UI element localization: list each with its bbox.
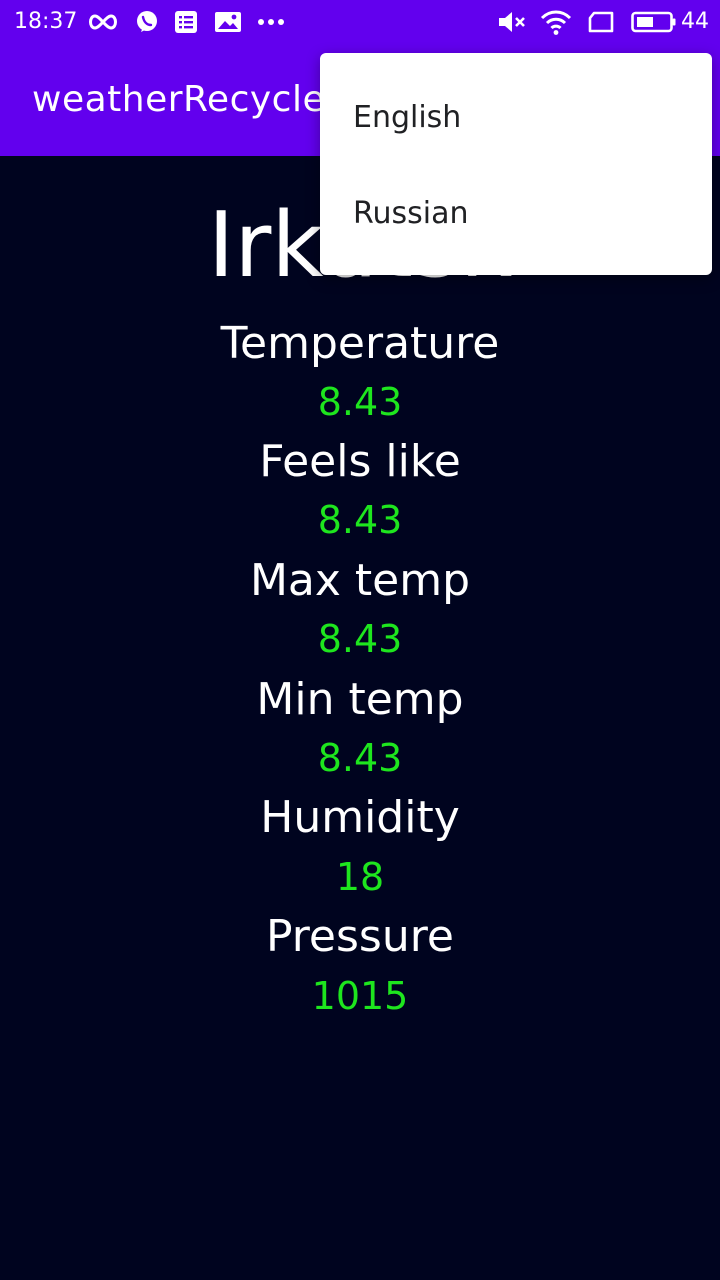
status-time: 18:37 bbox=[14, 9, 78, 34]
weather-content: Irkutsk Temperature 8.43 Feels like 8.43… bbox=[0, 156, 720, 1280]
pressure-value: 1015 bbox=[311, 974, 409, 1018]
max-temp-value: 8.43 bbox=[317, 617, 403, 661]
max-temp-label: Max temp bbox=[249, 555, 471, 606]
humidity-value: 18 bbox=[335, 855, 385, 899]
wifi-icon bbox=[540, 9, 572, 35]
language-menu: English Russian bbox=[320, 53, 712, 275]
list-icon bbox=[173, 9, 199, 35]
screen-icon bbox=[586, 9, 616, 35]
feels-like-value: 8.43 bbox=[317, 498, 403, 542]
more-dots-icon bbox=[256, 9, 286, 35]
status-bar: 18:37 44 bbox=[0, 0, 720, 44]
temperature-label: Temperature bbox=[220, 318, 500, 369]
battery-icon bbox=[630, 9, 678, 35]
humidity-label: Humidity bbox=[260, 792, 460, 843]
menu-item-russian[interactable]: Russian bbox=[320, 165, 712, 261]
pressure-label: Pressure bbox=[266, 911, 454, 962]
temperature-value: 8.43 bbox=[317, 380, 403, 424]
min-temp-label: Min temp bbox=[256, 674, 464, 725]
gallery-icon bbox=[213, 9, 243, 35]
mute-icon bbox=[497, 9, 527, 35]
battery-level: 44 bbox=[681, 9, 709, 34]
menu-item-russian-label: Russian bbox=[353, 195, 469, 231]
menu-item-english-label: English bbox=[353, 99, 462, 135]
viber-icon bbox=[134, 9, 160, 35]
menu-item-english[interactable]: English bbox=[320, 69, 712, 165]
min-temp-value: 8.43 bbox=[317, 736, 403, 780]
app-title: weatherRecycler bbox=[32, 79, 341, 120]
feels-like-label: Feels like bbox=[259, 436, 461, 487]
infinity-icon bbox=[86, 9, 120, 35]
